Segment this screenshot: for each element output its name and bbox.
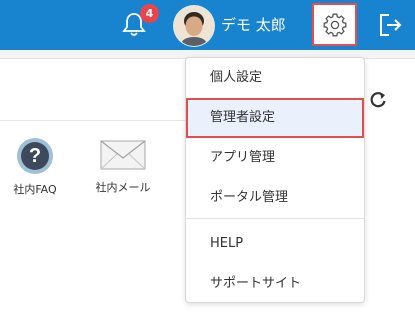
faq-icon: ? [17, 138, 53, 174]
notification-count-badge: 4 [140, 4, 159, 23]
menu-divider [186, 218, 364, 219]
user-avatar[interactable] [174, 6, 214, 46]
mail-icon [100, 140, 146, 175]
menu-item-support-site[interactable]: サポートサイト [186, 264, 364, 304]
logout-icon[interactable] [377, 11, 405, 39]
user-name[interactable]: デモ 太郎 [221, 14, 286, 35]
menu-item-portal-management[interactable]: ポータル管理 [186, 178, 364, 218]
settings-button[interactable] [312, 3, 357, 46]
app-label: 社内FAQ [13, 183, 57, 196]
refresh-icon[interactable] [368, 90, 388, 110]
app-label: 社内メール [95, 181, 151, 194]
settings-dropdown-menu: 個人設定 管理者設定 アプリ管理 ポータル管理 HELP サポートサイト [185, 57, 365, 303]
panel-divider [0, 120, 186, 121]
menu-item-admin-settings[interactable]: 管理者設定 [186, 98, 364, 138]
menu-item-help[interactable]: HELP [186, 224, 364, 264]
menu-item-personal-settings[interactable]: 個人設定 [186, 58, 364, 98]
app-mail[interactable]: 社内メール [88, 138, 158, 195]
app-faq[interactable]: ? 社内FAQ [0, 138, 70, 197]
menu-item-app-management[interactable]: アプリ管理 [186, 138, 364, 178]
top-bar: 4 デモ 太郎 [0, 0, 415, 50]
